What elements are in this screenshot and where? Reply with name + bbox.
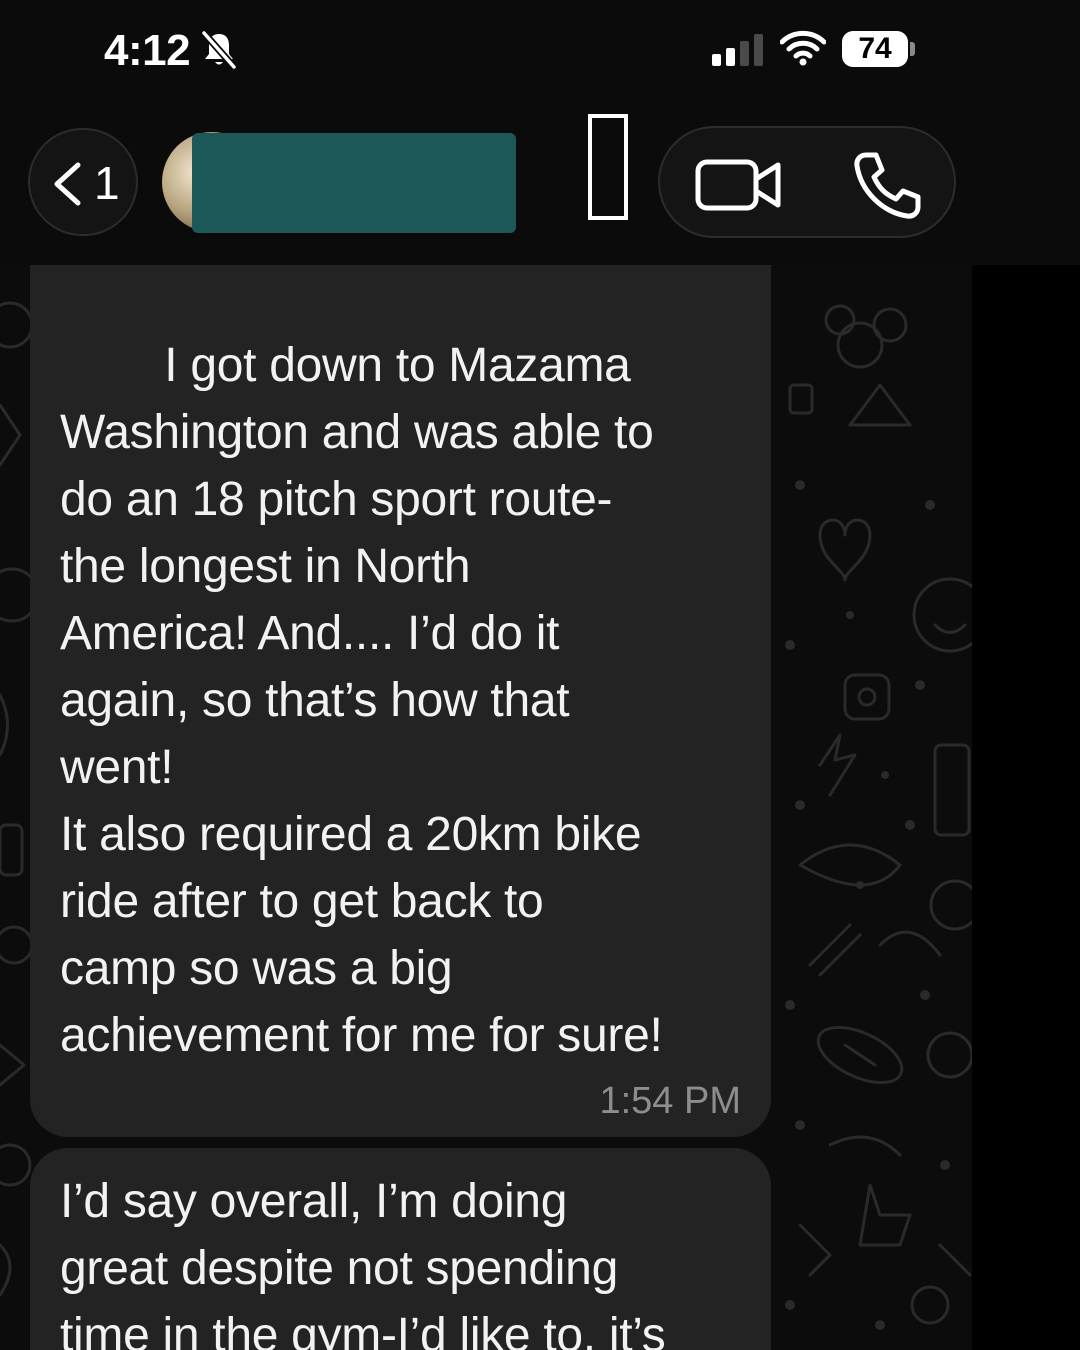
- wifi-icon: [780, 30, 826, 66]
- chat-header: 1: [0, 100, 1080, 265]
- status-time: 4:12: [104, 26, 191, 75]
- message-bubble-incoming[interactable]: I got down to Mazama Washington and was …: [30, 265, 771, 1137]
- battery-icon: 74: [842, 31, 908, 67]
- chat-area[interactable]: I got down to Mazama Washington and was …: [0, 265, 972, 1350]
- chevron-left-icon[interactable]: [52, 162, 82, 206]
- screen-edge-strip: [972, 265, 1080, 1350]
- message-bubble-incoming[interactable]: I’d say overall, I’m doing great despite…: [30, 1148, 771, 1350]
- message-text: I’d say overall, I’m doing great despite…: [60, 1175, 666, 1350]
- phone-call-icon[interactable]: [852, 150, 922, 220]
- status-bar: 4:12 74: [0, 0, 1080, 100]
- contact-name-redacted[interactable]: [192, 133, 516, 233]
- missing-glyph-box: [588, 114, 628, 220]
- signal-icon: [712, 34, 763, 66]
- bell-slash-icon: [201, 30, 237, 70]
- message-timestamp: 1:54 PM: [599, 1080, 741, 1122]
- message-text: I got down to Mazama Washington and was …: [60, 339, 663, 1062]
- battery-nub: [910, 42, 915, 56]
- video-call-icon[interactable]: [695, 157, 783, 213]
- back-button[interactable]: [28, 128, 138, 236]
- unread-count[interactable]: 1: [94, 156, 120, 210]
